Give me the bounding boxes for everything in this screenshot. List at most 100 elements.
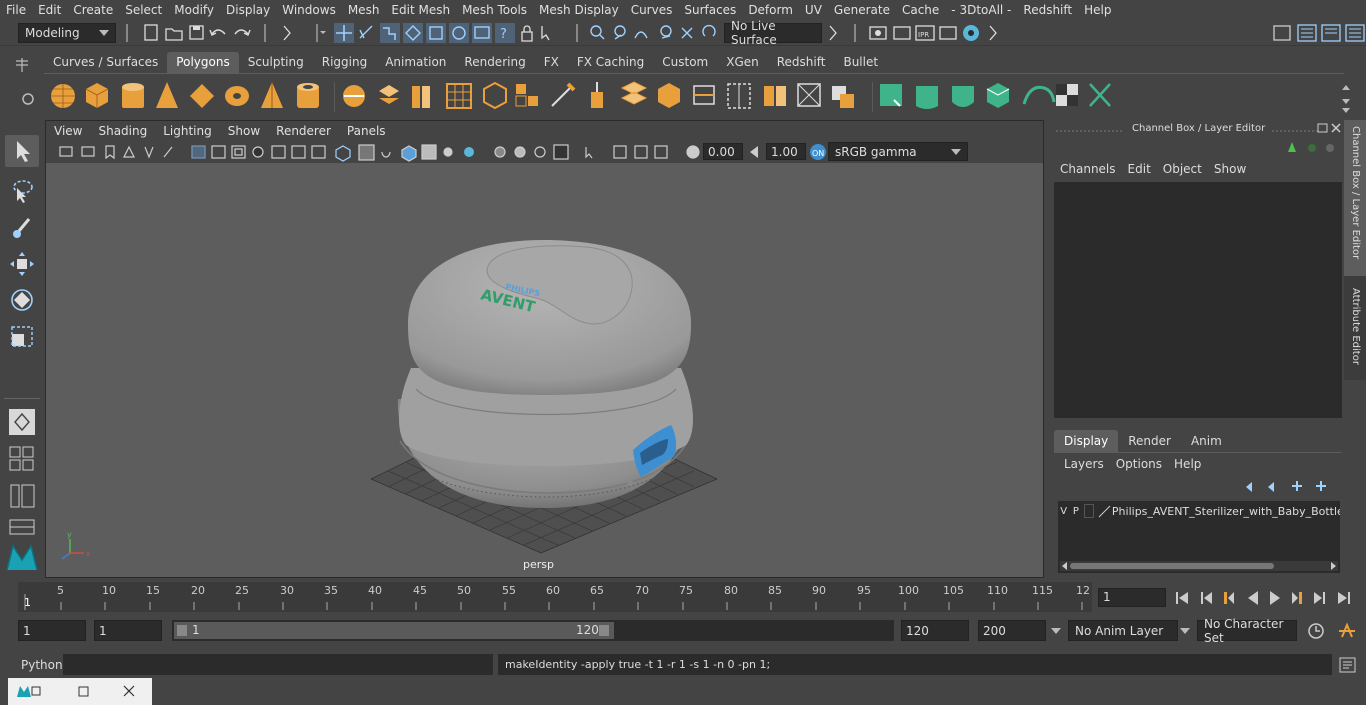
animation-start-field[interactable]: 1 bbox=[18, 620, 86, 641]
layer-row[interactable]: V P Philips_AVENT_Sterilizer_with_Baby_B… bbox=[1058, 502, 1340, 520]
shelf-buttons[interactable] bbox=[44, 74, 1344, 119]
menu-windows[interactable]: Windows bbox=[276, 3, 342, 17]
shelf-tab-animation[interactable]: Animation bbox=[376, 52, 455, 73]
viewport-menu-panels[interactable]: Panels bbox=[339, 124, 394, 138]
menu-cache[interactable]: Cache bbox=[896, 3, 945, 17]
shelf-scroll-icon[interactable] bbox=[1340, 82, 1352, 114]
shelf-tab-curves-surfaces[interactable]: Curves / Surfaces bbox=[44, 52, 167, 73]
layer-menu-help[interactable]: Help bbox=[1168, 457, 1207, 471]
layer-name[interactable]: Philips_AVENT_Sterilizer_with_Baby_Bottl… bbox=[1112, 505, 1340, 518]
menu-help[interactable]: Help bbox=[1078, 3, 1117, 17]
animation-end-field[interactable]: 200 bbox=[978, 620, 1046, 641]
panel-drag-handle[interactable] bbox=[1054, 126, 1124, 136]
panel-window-controls[interactable] bbox=[1316, 122, 1344, 136]
live-surface-field[interactable]: No Live Surface bbox=[724, 19, 822, 47]
viewport-scene[interactable]: PHILIPS AVENT x y bbox=[46, 163, 1043, 577]
four-view-layout-button[interactable] bbox=[5, 444, 39, 474]
single-perspective-view-button[interactable] bbox=[5, 406, 39, 438]
range-slider-track[interactable]: 1 120 bbox=[172, 620, 894, 641]
channel-menu-show[interactable]: Show bbox=[1208, 162, 1252, 176]
minimized-window[interactable] bbox=[8, 678, 152, 705]
channel-menu-channels[interactable]: Channels bbox=[1054, 162, 1122, 176]
channel-menu-object[interactable]: Object bbox=[1157, 162, 1208, 176]
layer-tab-display[interactable]: Display bbox=[1054, 430, 1119, 452]
anim-layer-dropdown[interactable]: No Anim Layer bbox=[1068, 620, 1178, 641]
menu-deform[interactable]: Deform bbox=[742, 3, 799, 17]
outliner-layout-button[interactable] bbox=[5, 480, 39, 512]
script-editor-icon[interactable] bbox=[1338, 656, 1358, 674]
viewport-menu-renderer[interactable]: Renderer bbox=[268, 124, 339, 138]
viewport-menu-show[interactable]: Show bbox=[220, 124, 268, 138]
command-input[interactable] bbox=[63, 654, 493, 675]
time-slider[interactable]: 5 10 15 20 25 30 35 40 45 50 55 60 65 70… bbox=[18, 582, 1092, 612]
viewport-menu-lighting[interactable]: Lighting bbox=[155, 124, 220, 138]
layer-tab-anim[interactable]: Anim bbox=[1181, 430, 1232, 452]
exposure-field[interactable]: 0.00 bbox=[703, 143, 743, 160]
menu-surfaces[interactable]: Surfaces bbox=[678, 3, 742, 17]
color-space-dropdown[interactable]: sRGB gamma bbox=[828, 142, 968, 161]
lasso-tool[interactable] bbox=[5, 175, 39, 207]
chevron-down-icon[interactable] bbox=[1180, 628, 1190, 634]
viewport-toolbar-icons[interactable] bbox=[46, 141, 706, 163]
rotate-tool[interactable] bbox=[5, 284, 39, 316]
menu-create[interactable]: Create bbox=[67, 3, 119, 17]
shelf-tab-redshift[interactable]: Redshift bbox=[768, 52, 835, 73]
layer-type-toggle[interactable] bbox=[1084, 504, 1094, 518]
menu-edit-mesh[interactable]: Edit Mesh bbox=[385, 3, 456, 17]
viewport-menu-view[interactable]: View bbox=[46, 124, 90, 138]
shelf-tab-custom[interactable]: Custom bbox=[653, 52, 717, 73]
shelf-tab-fx[interactable]: FX bbox=[535, 52, 568, 73]
viewport-menu-shading[interactable]: Shading bbox=[90, 124, 155, 138]
channel-list[interactable] bbox=[1054, 182, 1342, 418]
chevron-down-icon[interactable] bbox=[1051, 628, 1061, 634]
playback-start-field[interactable]: 1 bbox=[94, 620, 162, 641]
mode-dropdown[interactable]: Modeling bbox=[18, 23, 116, 43]
menu-curves[interactable]: Curves bbox=[625, 3, 679, 17]
layer-menu-options[interactable]: Options bbox=[1110, 457, 1168, 471]
range-bar-icons[interactable] bbox=[1306, 621, 1360, 641]
paint-select-tool[interactable] bbox=[5, 212, 39, 244]
layer-scrollbar[interactable] bbox=[1060, 561, 1338, 571]
layer-playback-toggle[interactable]: P bbox=[1069, 506, 1082, 517]
character-set-dropdown[interactable]: No Character Set bbox=[1197, 617, 1297, 645]
channel-box-icons[interactable] bbox=[1284, 140, 1340, 156]
gamma-field[interactable]: 1.00 bbox=[766, 143, 806, 160]
graph-layout-button[interactable] bbox=[5, 516, 39, 538]
shelf-tab-polygons[interactable]: Polygons bbox=[167, 52, 239, 73]
color-management-icon[interactable]: ON bbox=[809, 143, 827, 161]
range-start-knob[interactable] bbox=[177, 625, 187, 636]
shelf-tab-rendering[interactable]: Rendering bbox=[455, 52, 534, 73]
menu-modify[interactable]: Modify bbox=[168, 3, 220, 17]
shelf-handles[interactable] bbox=[0, 52, 44, 118]
menu-mesh-tools[interactable]: Mesh Tools bbox=[456, 3, 533, 17]
range-end-knob[interactable] bbox=[599, 625, 609, 636]
playback-controls[interactable] bbox=[1172, 588, 1358, 608]
menu-display[interactable]: Display bbox=[220, 3, 276, 17]
shelf-tab-rigging[interactable]: Rigging bbox=[313, 52, 376, 73]
layer-visibility-toggle[interactable]: V bbox=[1058, 506, 1069, 517]
shelf-tab-xgen[interactable]: XGen bbox=[717, 52, 768, 73]
menu-mesh-display[interactable]: Mesh Display bbox=[533, 3, 625, 17]
layer-tab-render[interactable]: Render bbox=[1118, 430, 1181, 452]
menu-3dtoall[interactable]: - 3DtoAll - bbox=[945, 3, 1017, 17]
3d-viewport[interactable]: PHILIPS AVENT x y persp bbox=[46, 163, 1043, 577]
command-language-label[interactable]: Python bbox=[21, 658, 63, 672]
menu-redshift[interactable]: Redshift bbox=[1017, 3, 1078, 17]
menu-edit[interactable]: Edit bbox=[32, 3, 67, 17]
window-controls[interactable] bbox=[14, 683, 154, 701]
side-tab-attribute-editor[interactable]: Attribute Editor bbox=[1344, 284, 1366, 380]
current-frame-field[interactable]: 1 bbox=[1098, 588, 1166, 607]
menu-select[interactable]: Select bbox=[119, 3, 168, 17]
shelf-tab-fx-caching[interactable]: FX Caching bbox=[568, 52, 653, 73]
playback-end-field[interactable]: 120 bbox=[901, 620, 969, 641]
side-tab-channel-box[interactable]: Channel Box / Layer Editor bbox=[1344, 120, 1366, 276]
range-slider-handle[interactable]: 1 120 bbox=[174, 622, 614, 639]
scale-tool[interactable] bbox=[5, 321, 39, 353]
menu-file[interactable]: File bbox=[0, 3, 32, 17]
layer-color-icon[interactable] bbox=[1097, 504, 1112, 518]
select-tool[interactable] bbox=[5, 135, 39, 167]
menu-mesh[interactable]: Mesh bbox=[342, 3, 386, 17]
shelf-tab-sculpting[interactable]: Sculpting bbox=[239, 52, 313, 73]
channel-menu-edit[interactable]: Edit bbox=[1122, 162, 1157, 176]
layer-action-icons[interactable] bbox=[1240, 479, 1340, 493]
